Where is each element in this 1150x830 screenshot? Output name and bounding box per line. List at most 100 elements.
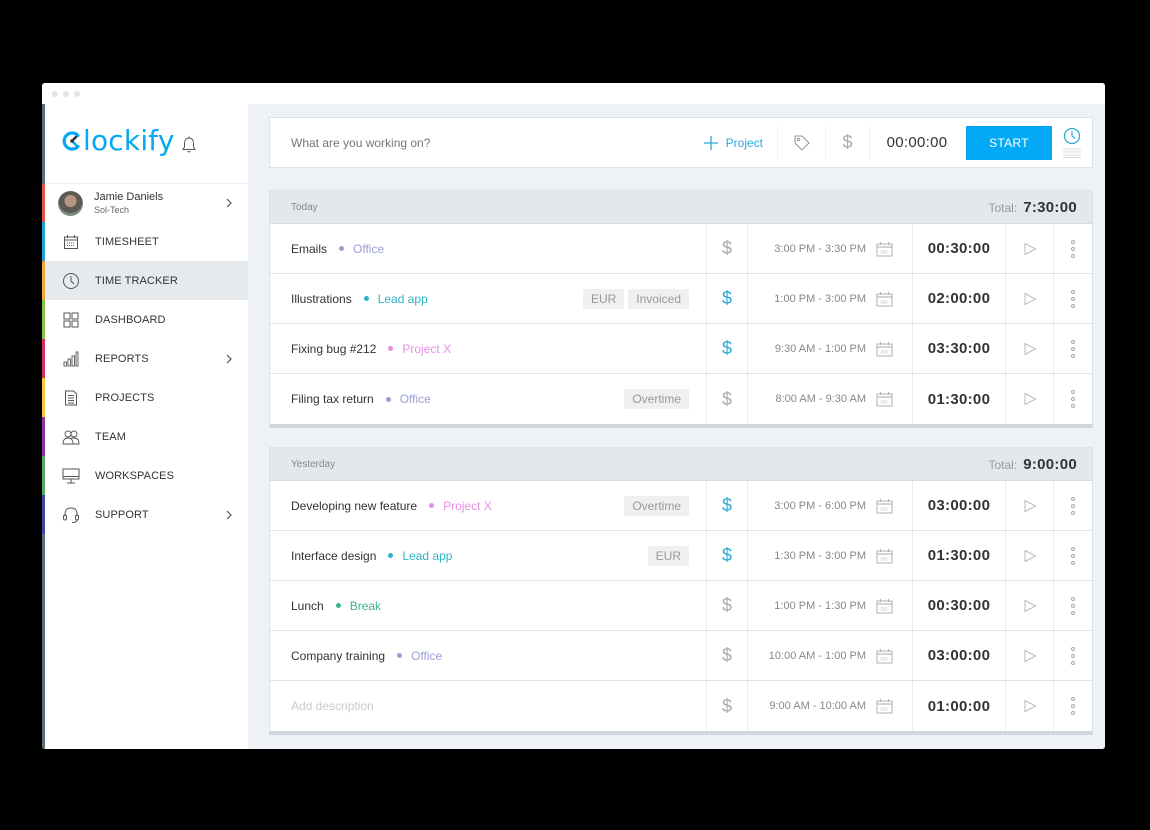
entry-description-placeholder[interactable]: Add description	[291, 699, 374, 713]
entry-duration[interactable]: 01:30:00	[912, 531, 1006, 580]
calendar-icon[interactable]	[876, 391, 893, 407]
window-dot[interactable]	[63, 91, 69, 97]
entry-project[interactable]: Lead app	[363, 292, 428, 306]
user-profile[interactable]: Jamie Daniels Sol-Tech	[42, 184, 248, 222]
clockify-logo[interactable]: lockify	[61, 124, 175, 157]
more-options-button[interactable]	[1054, 646, 1092, 665]
date-picker-button[interactable]	[876, 241, 912, 257]
sidebar-item-dashboard[interactable]: DASHBOARD	[42, 300, 248, 339]
entry-duration[interactable]: 02:00:00	[912, 274, 1006, 323]
continue-button[interactable]	[1006, 631, 1054, 680]
date-picker-button[interactable]	[876, 648, 912, 664]
entry-project[interactable]: Office	[339, 242, 384, 256]
continue-button[interactable]	[1006, 324, 1054, 373]
calendar-icon[interactable]	[876, 698, 893, 714]
more-options-button[interactable]	[1054, 239, 1092, 258]
window-dot[interactable]	[74, 91, 80, 97]
billable-toggle[interactable]: $	[706, 224, 748, 273]
entry-time-range[interactable]: 1:00 PM - 3:00 PM	[748, 293, 876, 305]
entry-time-range[interactable]: 10:00 AM - 1:00 PM	[748, 650, 876, 662]
entry-time-range[interactable]: 3:00 PM - 3:30 PM	[748, 243, 876, 255]
description-input[interactable]	[270, 118, 693, 167]
continue-button[interactable]	[1006, 374, 1054, 424]
add-project-button[interactable]: Project	[693, 126, 778, 159]
more-options-button[interactable]	[1054, 596, 1092, 615]
date-picker-button[interactable]	[876, 291, 912, 307]
timer-mode-clock-icon[interactable]	[1063, 127, 1081, 145]
entry-project[interactable]: Lead app	[388, 549, 452, 563]
billable-toggle[interactable]: $	[706, 324, 748, 373]
entry-duration[interactable]: 01:00:00	[912, 681, 1006, 731]
calendar-icon[interactable]	[876, 241, 893, 257]
billable-toggle[interactable]: $	[706, 374, 748, 424]
sidebar-item-reports[interactable]: REPORTS	[42, 339, 248, 378]
calendar-icon[interactable]	[876, 598, 893, 614]
entry-description[interactable]: Illustrations	[291, 292, 352, 306]
window-dot[interactable]	[52, 91, 58, 97]
entry-project[interactable]: Project X	[429, 499, 492, 513]
sidebar-item-time-tracker[interactable]: TIME TRACKER	[42, 261, 256, 300]
entry-time-range[interactable]: 3:00 PM - 6:00 PM	[748, 500, 876, 512]
sidebar-item-support[interactable]: SUPPORT	[42, 495, 248, 534]
more-options-button[interactable]	[1054, 390, 1092, 408]
sidebar-item-workspaces[interactable]: WORKSPACES	[42, 456, 248, 495]
billable-toggle[interactable]: $	[706, 481, 748, 530]
entry-time-range[interactable]: 8:00 AM - 9:30 AM	[748, 393, 876, 405]
entry-duration[interactable]: 00:30:00	[912, 581, 1006, 630]
entry-duration[interactable]: 03:30:00	[912, 324, 1006, 373]
billable-toggle[interactable]: $	[706, 631, 748, 680]
entry-project[interactable]: Office	[397, 649, 442, 663]
sidebar-item-timesheet[interactable]: TIMESHEET	[42, 222, 248, 261]
entry-description[interactable]: Filing tax return	[291, 392, 374, 406]
entry-description[interactable]: Developing new feature	[291, 499, 417, 513]
billable-toggle[interactable]: $	[706, 274, 748, 323]
sidebar-item-team[interactable]: TEAM	[42, 417, 248, 456]
billable-toggle[interactable]: $	[706, 581, 748, 630]
entry-duration[interactable]: 00:30:00	[912, 224, 1006, 273]
entry-time-range[interactable]: 9:30 AM - 1:00 PM	[748, 343, 876, 355]
entry-project[interactable]: Project X	[388, 342, 451, 356]
manual-mode-list-icon[interactable]	[1062, 148, 1082, 158]
more-options-button[interactable]	[1054, 697, 1092, 715]
continue-button[interactable]	[1006, 274, 1054, 323]
tag-badge[interactable]: EUR	[582, 288, 625, 309]
entry-time-range[interactable]: 1:30 PM - 3:00 PM	[748, 550, 876, 562]
tag-badge[interactable]: Overtime	[624, 495, 689, 516]
entry-duration[interactable]: 01:30:00	[912, 374, 1006, 424]
mode-toggle[interactable]	[1052, 118, 1092, 167]
entry-description[interactable]: Lunch	[291, 599, 324, 613]
calendar-icon[interactable]	[876, 648, 893, 664]
calendar-icon[interactable]	[876, 341, 893, 357]
tag-badge[interactable]: Overtime	[624, 389, 689, 409]
billable-toggle[interactable]: $	[826, 126, 870, 159]
sidebar-item-projects[interactable]: PROJECTS	[42, 378, 248, 417]
date-picker-button[interactable]	[876, 548, 912, 564]
date-picker-button[interactable]	[876, 391, 912, 407]
calendar-icon[interactable]	[876, 498, 893, 514]
continue-button[interactable]	[1006, 531, 1054, 580]
continue-button[interactable]	[1006, 681, 1054, 731]
tag-badge[interactable]: Invoiced	[628, 288, 689, 309]
entry-time-range[interactable]: 9:00 AM - 10:00 AM	[748, 700, 876, 712]
tag-button[interactable]	[778, 126, 826, 159]
date-picker-button[interactable]	[876, 498, 912, 514]
continue-button[interactable]	[1006, 581, 1054, 630]
billable-toggle[interactable]: $	[706, 531, 748, 580]
entry-project[interactable]: Office	[385, 392, 431, 406]
billable-toggle[interactable]: $	[706, 681, 748, 731]
entry-duration[interactable]: 03:00:00	[912, 631, 1006, 680]
calendar-icon[interactable]	[876, 291, 893, 307]
continue-button[interactable]	[1006, 224, 1054, 273]
more-options-button[interactable]	[1054, 339, 1092, 358]
entry-description[interactable]: Fixing bug #212	[291, 342, 376, 356]
continue-button[interactable]	[1006, 481, 1054, 530]
more-options-button[interactable]	[1054, 496, 1092, 515]
more-options-button[interactable]	[1054, 289, 1092, 308]
entry-duration[interactable]: 03:00:00	[912, 481, 1006, 530]
calendar-icon[interactable]	[876, 548, 893, 564]
entry-description[interactable]: Interface design	[291, 549, 376, 563]
more-options-button[interactable]	[1054, 546, 1092, 565]
date-picker-button[interactable]	[876, 698, 912, 714]
date-picker-button[interactable]	[876, 598, 912, 614]
entry-description[interactable]: Company training	[291, 649, 385, 663]
